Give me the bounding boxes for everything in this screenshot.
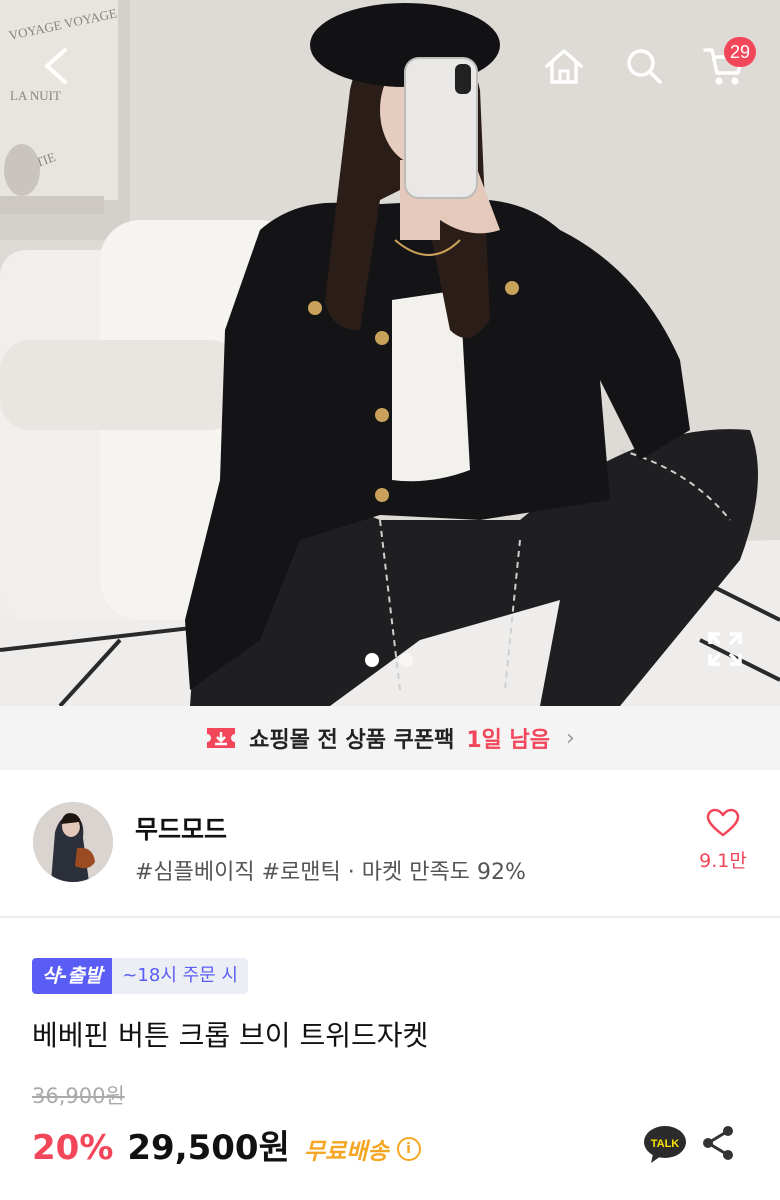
chevron-left-icon bbox=[45, 48, 67, 84]
share-icon bbox=[703, 1126, 733, 1160]
price-row: 20% 29,500원 무료배송 i bbox=[32, 1120, 421, 1169]
chevron-right-icon: › bbox=[566, 725, 575, 751]
shop-avatar[interactable] bbox=[33, 802, 113, 882]
coupon-download-icon bbox=[207, 728, 236, 748]
free-shipping-label: 무료배송 bbox=[303, 1139, 389, 1165]
product-image-carousel[interactable]: VOYAGE VOYAGE LA NUIT ETIE 29 bbox=[0, 0, 780, 706]
back-button[interactable] bbox=[28, 38, 84, 94]
delivery-tags: 샥-출발 ~18시 주문 시 bbox=[32, 958, 248, 994]
home-icon bbox=[545, 49, 583, 84]
search-button[interactable] bbox=[616, 38, 672, 94]
coupon-text: 쇼핑몰 전 상품 쿠폰팩 bbox=[249, 728, 455, 753]
home-button[interactable] bbox=[536, 38, 592, 94]
order-deadline-badge: ~18시 주문 시 bbox=[112, 958, 248, 994]
product-title: 베베핀 버튼 크롭 브이 트위드자켓 bbox=[32, 1019, 429, 1052]
shop-info: 무드모드 #심플베이직 #로맨틱 · 마켓 만족도 92% 9.1만 bbox=[0, 770, 780, 918]
original-price: 36,900원 bbox=[32, 1084, 125, 1108]
expand-button[interactable] bbox=[704, 628, 746, 670]
heart-icon bbox=[706, 808, 740, 837]
share-button[interactable] bbox=[700, 1124, 736, 1166]
talk-label: TALK bbox=[651, 1138, 680, 1150]
carousel-indicator bbox=[365, 653, 413, 667]
shop-avatar-image bbox=[33, 802, 113, 882]
like-count: 9.1만 bbox=[699, 850, 747, 872]
expand-icon bbox=[708, 632, 742, 666]
coupon-remaining: 1일 남음 bbox=[466, 728, 550, 753]
shop-name[interactable]: 무드모드 bbox=[135, 810, 227, 846]
talk-chat-icon: TALK bbox=[644, 1126, 686, 1163]
carousel-dot-2[interactable] bbox=[399, 653, 413, 667]
coupon-banner[interactable]: 쇼핑몰 전 상품 쿠폰팩 1일 남음 › bbox=[0, 706, 780, 770]
sale-price: 29,500원 bbox=[127, 1128, 290, 1168]
fast-delivery-badge: 샥-출발 bbox=[32, 958, 113, 994]
free-shipping[interactable]: 무료배송 i bbox=[304, 1132, 421, 1166]
info-icon[interactable]: i bbox=[396, 1137, 421, 1161]
talk-button[interactable]: TALK bbox=[643, 1124, 687, 1168]
like-button[interactable]: 9.1만 bbox=[690, 808, 756, 873]
carousel-dot-1[interactable] bbox=[365, 653, 379, 667]
cart-count-badge: 29 bbox=[724, 37, 756, 67]
product-photo: VOYAGE VOYAGE LA NUIT ETIE bbox=[0, 0, 780, 706]
shop-tags: #심플베이직 #로맨틱 · 마켓 만족도 92% bbox=[135, 860, 526, 885]
search-icon bbox=[627, 49, 662, 84]
discount-rate: 20% bbox=[32, 1128, 114, 1168]
